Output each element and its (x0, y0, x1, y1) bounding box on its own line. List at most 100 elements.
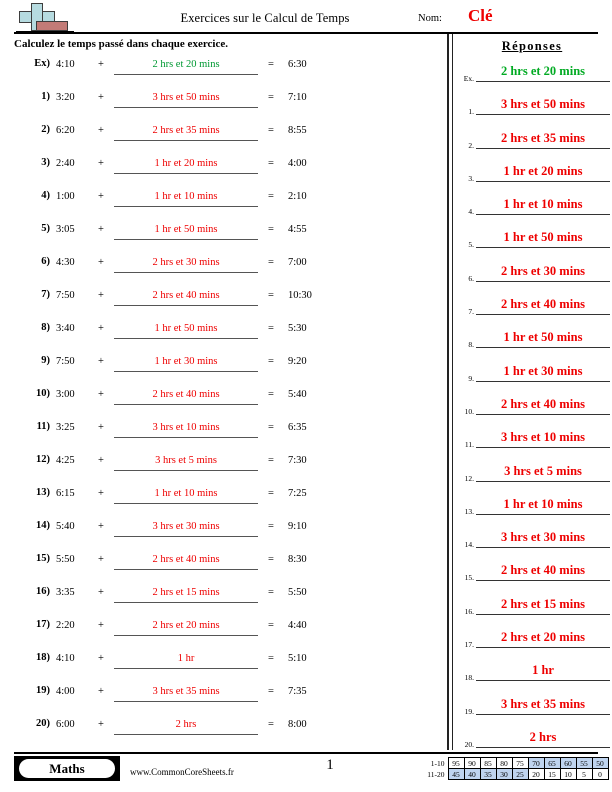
problem-answer-blank[interactable]: 1 hr et 10 mins (114, 188, 258, 207)
plus-operator: + (98, 554, 104, 565)
page-number: 1 (326, 757, 334, 773)
grading-scale-cell: 70 (527, 757, 545, 769)
answer-key-list: Ex. 2 hrs et 20 mins 1. 3 hrs et 50 mins 2. 2… (452, 62, 612, 761)
problem-row: 5) 3:05 +1 hr et 50 mins = 4:55 (0, 221, 447, 254)
problem-number: 12) (36, 454, 50, 465)
problem-row: 4) 1:00 +1 hr et 10 mins = 2:10 (0, 188, 447, 221)
problem-number: 6) (41, 256, 50, 267)
problem-end-time: 8:30 (288, 554, 307, 565)
problem-start-time: 3:40 (56, 323, 75, 334)
problem-row: 9) 7:50 +1 hr et 30 mins = 9:20 (0, 353, 447, 386)
answer-value: 3 hrs et 5 mins (476, 462, 610, 482)
answer-number: 4. (468, 207, 474, 217)
answer-number: Ex. (463, 74, 474, 83)
problem-row: 6) 4:30 +2 hrs et 30 mins = 7:00 (0, 254, 447, 287)
problem-number: 5) (41, 223, 50, 234)
grading-scale-cell: 35 (479, 768, 497, 780)
equals-sign: = (268, 455, 274, 466)
problem-answer-blank[interactable]: 1 hr (114, 650, 258, 669)
answer-value: 2 hrs et 20 mins (476, 628, 610, 649)
problem-answer-blank[interactable]: 2 hrs et 40 mins (114, 551, 258, 570)
answer-number: 7. (468, 307, 474, 317)
problem-answer-blank[interactable]: 3 hrs et 30 mins (114, 518, 258, 537)
problem-row: 17) 2:20 +2 hrs et 20 mins = 4:40 (0, 617, 447, 650)
answer-key-row: 13. 1 hr et 10 mins (452, 495, 612, 528)
answer-value: 1 hr (476, 661, 610, 682)
plus-operator: + (98, 356, 104, 367)
answer-key-row: 4. 1 hr et 10 mins (452, 195, 612, 228)
answer-key-row: 14. 3 hrs et 30 mins (452, 528, 612, 561)
problem-end-time: 7:35 (288, 686, 307, 697)
answer-value: 1 hr et 50 mins (476, 228, 610, 249)
plus-operator: + (98, 455, 104, 466)
problem-row: 2) 6:20 +2 hrs et 35 mins = 8:55 (0, 122, 447, 155)
equals-sign: = (268, 554, 274, 565)
problem-end-time: 7:30 (288, 455, 307, 466)
answer-key-row: 11. 3 hrs et 10 mins (452, 428, 612, 461)
problem-answer-blank[interactable]: 3 hrs et 10 mins (114, 419, 258, 438)
problem-start-time: 2:20 (56, 620, 75, 631)
equals-sign: = (268, 620, 274, 631)
subject-badge: Maths (14, 756, 120, 781)
problem-row: 13) 6:15 +1 hr et 10 mins = 7:25 (0, 485, 447, 518)
problem-answer-blank[interactable]: 3 hrs et 35 mins (114, 683, 258, 702)
problem-answer-blank[interactable]: 1 hr et 50 mins (114, 221, 258, 240)
problem-end-time: 4:55 (288, 224, 307, 235)
problem-answer-blank[interactable]: 1 hr et 10 mins (114, 485, 258, 504)
answers-heading: Réponses (501, 39, 563, 53)
answer-value: 1 hr et 20 mins (476, 162, 610, 182)
problem-end-time: 5:50 (288, 587, 307, 598)
equals-sign: = (268, 290, 274, 301)
equals-sign: = (268, 653, 274, 664)
problem-row: 20) 6:00 +2 hrs = 8:00 (0, 716, 447, 749)
problem-end-time: 5:30 (288, 323, 307, 334)
problem-answer-blank[interactable]: 2 hrs et 20 mins (114, 617, 258, 636)
plus-operator: + (98, 224, 104, 235)
problem-row: 14) 5:40 +3 hrs et 30 mins = 9:10 (0, 518, 447, 551)
problem-end-time: 4:00 (288, 158, 307, 169)
problem-answer-blank[interactable]: 2 hrs et 40 mins (114, 386, 258, 405)
answer-number: 9. (468, 373, 474, 383)
problem-answer-blank[interactable]: 2 hrs (114, 716, 258, 735)
plus-operator: + (98, 653, 104, 664)
problem-answer-blank[interactable]: 2 hrs et 20 mins (114, 56, 258, 75)
grading-scale-cell: 40 (463, 768, 481, 780)
problem-start-time: 2:40 (56, 158, 75, 169)
problem-number: Ex) (34, 58, 50, 69)
problem-number: 3) (41, 157, 50, 168)
problem-start-time: 4:30 (56, 257, 75, 268)
page-header: Exercices sur le Calcul de Temps Nom: Cl… (0, 0, 612, 36)
problem-answer-blank[interactable]: 2 hrs et 40 mins (114, 287, 258, 306)
problem-start-time: 6:15 (56, 488, 75, 499)
problem-answer-blank[interactable]: 3 hrs et 5 mins (114, 452, 258, 471)
problem-start-time: 5:40 (56, 521, 75, 532)
problem-answer-blank[interactable]: 1 hr et 30 mins (114, 353, 258, 372)
problem-row: 16) 3:35 +2 hrs et 15 mins = 5:50 (0, 584, 447, 617)
problem-row: 7) 7:50 +2 hrs et 40 mins = 10:30 (0, 287, 447, 320)
problem-answer-blank[interactable]: 1 hr et 20 mins (114, 155, 258, 174)
problem-answer-blank[interactable]: 1 hr et 50 mins (114, 320, 258, 339)
problem-answer-blank[interactable]: 3 hrs et 50 mins (114, 89, 258, 108)
grading-scale-cell: 25 (511, 768, 529, 780)
grading-scale-cell: 10 (559, 768, 577, 780)
problem-number: 15) (36, 553, 50, 564)
answer-number: 20. (464, 739, 474, 749)
problem-answer-blank[interactable]: 2 hrs et 30 mins (114, 254, 258, 273)
name-label: Nom: (418, 13, 442, 24)
problem-answer-blank[interactable]: 2 hrs et 35 mins (114, 122, 258, 141)
problem-row: 1) 3:20 +3 hrs et 50 mins = 7:10 (0, 89, 447, 122)
problem-start-time: 3:20 (56, 92, 75, 103)
problem-number: 13) (36, 487, 50, 498)
answer-key-row: 7. 2 hrs et 40 mins (452, 295, 612, 328)
problem-answer-blank[interactable]: 2 hrs et 15 mins (114, 584, 258, 603)
header-divider (14, 32, 598, 35)
answer-value: 2 hrs et 20 mins (476, 62, 610, 82)
grading-scale-cell: 90 (463, 757, 481, 769)
problem-row: 18) 4:10 +1 hr = 5:10 (0, 650, 447, 683)
answer-number: 16. (464, 606, 474, 616)
equals-sign: = (268, 224, 274, 235)
answer-value: 1 hr et 10 mins (476, 495, 610, 515)
problem-number: 14) (36, 520, 50, 531)
answer-value: 2 hrs et 40 mins (476, 561, 610, 582)
grading-scale-cell: 20 (527, 768, 545, 780)
